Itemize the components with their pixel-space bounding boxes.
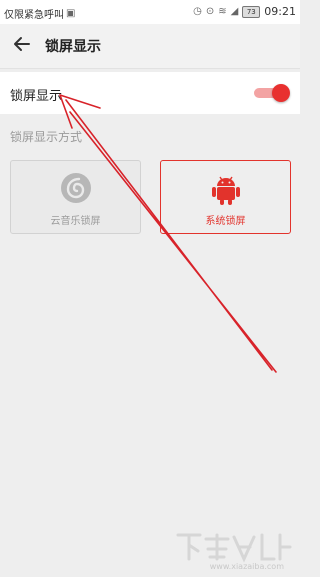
lockscreen-display-row[interactable]: 锁屏显示 — [0, 72, 300, 114]
lockscreen-mode-label: 锁屏显示方式 — [10, 130, 83, 144]
wifi-icon: ≋ — [218, 5, 227, 17]
signal-icon: ◢ — [230, 5, 239, 17]
option-music-lockscreen[interactable]: 云音乐锁屏 — [10, 160, 141, 234]
status-bar: 仅限紧急呼叫 ▣ ◷ ⊙ ≋ ◢ 73 09:21 — [0, 0, 300, 24]
option-system-label: 系统锁屏 — [205, 216, 246, 227]
lockscreen-display-toggle[interactable] — [254, 84, 290, 102]
location-icon: ⊙ — [205, 5, 215, 17]
back-button[interactable] — [10, 32, 34, 56]
battery-icon: 73 — [242, 5, 261, 18]
netease-music-icon — [60, 173, 91, 203]
notification-icon: ▣ — [66, 7, 76, 19]
toggle-knob — [272, 84, 290, 102]
lockscreen-display-label: 锁屏显示 — [10, 89, 63, 104]
option-system-lockscreen[interactable]: 系统锁屏 — [160, 160, 291, 234]
page-title: 锁屏显示 — [45, 39, 101, 55]
alarm-icon: ◷ — [193, 5, 202, 17]
android-icon — [211, 176, 240, 205]
status-left: 仅限紧急呼叫 ▣ — [4, 6, 76, 22]
status-right: ◷ ⊙ ≋ ◢ 73 09:21 — [193, 5, 296, 18]
watermark-text: www.xiazaiba.com — [209, 562, 284, 571]
carrier-text: 仅限紧急呼叫 — [4, 10, 64, 21]
option-music-label: 云音乐锁屏 — [50, 216, 101, 227]
watermark-graphic — [176, 533, 292, 563]
status-time: 09:21 — [264, 5, 296, 18]
watermark-logo: www.xiazaiba.com — [174, 531, 294, 571]
app-header: 锁屏显示 — [0, 24, 300, 69]
back-arrow-icon — [14, 37, 30, 51]
